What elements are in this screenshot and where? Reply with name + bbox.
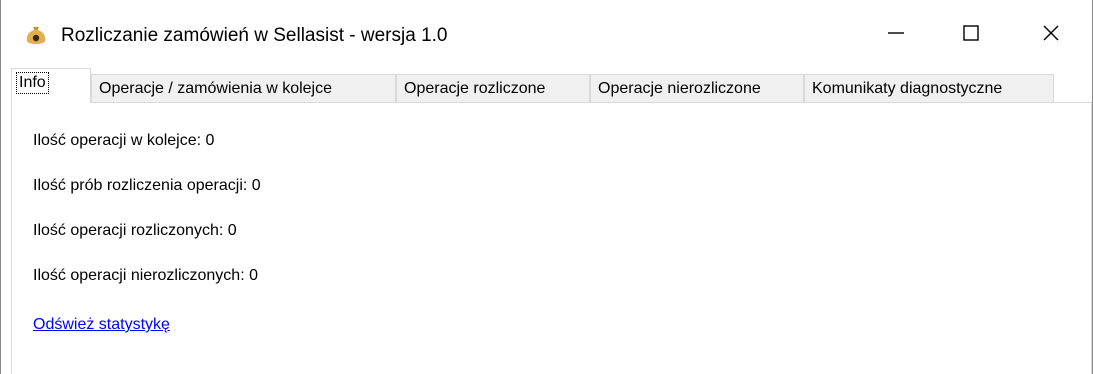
- tab-settled[interactable]: Operacje rozliczone: [396, 74, 590, 102]
- refresh-stats-link[interactable]: Odśwież statystykę: [33, 315, 170, 335]
- minimize-icon: [886, 23, 906, 48]
- unsettled-count-label: Ilość operacji nierozliczonych: 0: [33, 267, 258, 284]
- window-title: Rozliczanie zamówień w Sellasist - wersj…: [61, 25, 448, 46]
- tab-queue[interactable]: Operacje / zamówienia w kolejce: [91, 74, 396, 102]
- minimize-button[interactable]: [866, 12, 926, 58]
- money-bag-icon: [25, 24, 47, 46]
- tab-strip: Info Operacje / zamówienia w kolejce Ope…: [11, 68, 1091, 103]
- settled-count-label: Ilość operacji rozliczonych: 0: [33, 222, 237, 239]
- tab-info-label: Info: [16, 72, 49, 94]
- settle-attempts-label: Ilość prób rozliczenia operacji: 0: [33, 177, 261, 194]
- close-button[interactable]: [1021, 12, 1081, 58]
- maximize-button[interactable]: [941, 12, 1001, 58]
- tab-settled-label: Operacje rozliczone: [404, 80, 546, 97]
- tab-info[interactable]: Info: [11, 68, 91, 103]
- close-icon: [1041, 23, 1061, 48]
- tab-unsettled[interactable]: Operacje nierozliczone: [590, 74, 804, 102]
- app-window: Rozliczanie zamówień w Sellasist - wersj…: [0, 0, 1093, 374]
- info-tab-page: Ilość operacji w kolejce: 0 Ilość prób r…: [11, 102, 1092, 374]
- queue-count-label: Ilość operacji w kolejce: 0: [33, 132, 215, 149]
- tab-diagnostics[interactable]: Komunikaty diagnostyczne: [804, 74, 1054, 102]
- title-bar[interactable]: Rozliczanie zamówień w Sellasist - wersj…: [1, 0, 1092, 62]
- maximize-icon: [961, 23, 981, 48]
- tab-unsettled-label: Operacje nierozliczone: [598, 80, 761, 97]
- tab-queue-label: Operacje / zamówienia w kolejce: [99, 80, 332, 97]
- tab-diagnostics-label: Komunikaty diagnostyczne: [812, 80, 1003, 97]
